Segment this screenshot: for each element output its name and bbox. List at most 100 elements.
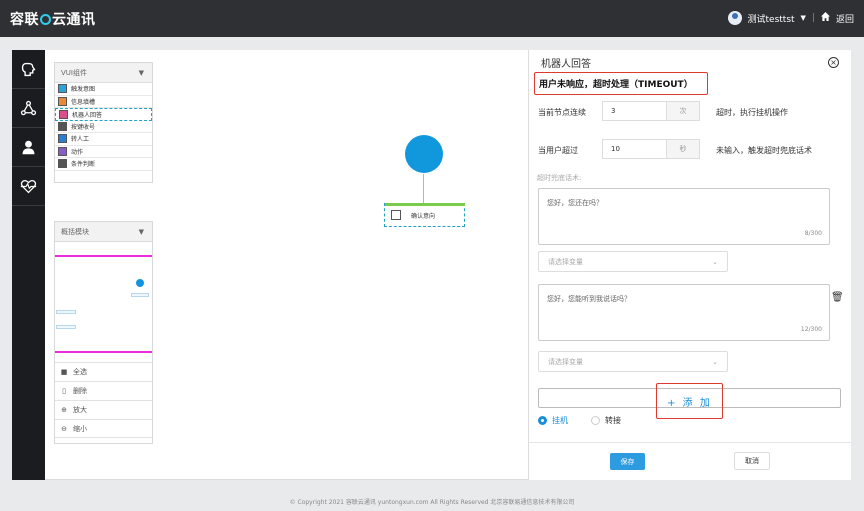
- back-link[interactable]: 返回: [836, 12, 854, 25]
- hangup-rule-text: 超时，执行挂机操作: [716, 108, 788, 117]
- rail-item-network[interactable]: [12, 89, 45, 128]
- palette-item-robot-answer[interactable]: 机器人回答: [55, 108, 152, 121]
- unit-seconds: 秒: [666, 140, 699, 158]
- minimap[interactable]: [55, 255, 152, 353]
- rail-item-user[interactable]: [12, 128, 45, 167]
- palette-item-transfer-agent[interactable]: 转人工: [55, 133, 152, 146]
- radio-hangup-label: 挂机: [552, 416, 568, 425]
- rail-item-brain[interactable]: [12, 50, 45, 89]
- left-icon-rail: [12, 50, 45, 480]
- zoom-in-button[interactable]: ⊕ 放大: [55, 400, 152, 419]
- variable-select-placeholder: 请选择变量: [548, 257, 583, 266]
- trash-icon[interactable]: 🗑: [831, 292, 844, 303]
- copyright-text: © Copyright 2021 容联云通讯 yuntongxun.com Al…: [289, 499, 575, 506]
- save-button[interactable]: 保存: [610, 453, 645, 470]
- minimap-node: [131, 293, 149, 297]
- minimap-node: [56, 325, 76, 329]
- timeout-seconds-input[interactable]: 10 秒: [602, 139, 700, 159]
- char-counter: 8/300: [804, 230, 822, 237]
- variable-select-placeholder: 请选择变量: [548, 357, 583, 366]
- close-icon[interactable]: ×: [828, 57, 839, 68]
- palette-item-label: 机器人回答: [72, 111, 103, 119]
- fallback-script-label: 超时兜底话术:: [537, 174, 582, 182]
- slot-icon: [58, 96, 67, 106]
- chevron-down-icon: ⌄: [712, 257, 718, 266]
- action-icon: [58, 146, 67, 156]
- radio-hangup[interactable]: 挂机: [538, 415, 568, 426]
- palette-item-condition[interactable]: 条件判断: [55, 158, 152, 171]
- top-bar: 容联 云通讯 测试testtst ▼ | 返回: [0, 0, 864, 37]
- chevron-down-icon: ▼: [138, 68, 144, 77]
- chevron-down-icon[interactable]: ▼: [801, 14, 806, 22]
- trash-icon: ■: [60, 368, 68, 376]
- avatar[interactable]: [727, 11, 742, 25]
- select-all-label: 全选: [73, 368, 87, 376]
- flow-edge: [423, 174, 424, 204]
- robot-answer-dialog: 机器人回答 × 用户未响应，超时处理（TIMEOUT） 当前节点连续 3 次 超…: [528, 50, 851, 480]
- minimap-start-node: [136, 279, 144, 287]
- brain-icon: [21, 62, 36, 76]
- trash-outline-icon: ▯: [62, 387, 66, 395]
- radio-transfer-label: 转接: [605, 416, 621, 425]
- consecutive-label: 当前节点连续: [538, 108, 586, 117]
- zoom-in-label: 放大: [73, 406, 87, 414]
- timeout-count-input[interactable]: 3 次: [602, 101, 700, 121]
- palette-header[interactable]: VUI组件 ▼: [55, 63, 152, 83]
- variable-select-1[interactable]: 请选择变量 ⌄: [538, 251, 728, 272]
- radio-transfer[interactable]: 转接: [591, 415, 621, 426]
- cancel-button[interactable]: 取消: [734, 452, 770, 470]
- intent-icon: [58, 84, 67, 94]
- zoom-out-button[interactable]: ⊖ 缩小: [55, 419, 152, 438]
- user-icon: [22, 140, 35, 154]
- add-script-button[interactable]: + 添 加: [656, 383, 723, 419]
- keypad-icon: [58, 121, 67, 131]
- start-node[interactable]: [405, 135, 443, 173]
- fallback-script-input-1[interactable]: 您好，您还在吗？ 8/300: [538, 188, 830, 245]
- dialog-title: 机器人回答: [541, 59, 591, 70]
- network-icon: [20, 100, 37, 115]
- dialog-divider: [529, 442, 851, 443]
- component-palette: VUI组件 ▼ 触发意图 信息填槽 机器人回答 按键收号 转人工 动作 条件判断: [54, 62, 153, 183]
- exceeds-label: 当用户超过: [538, 146, 578, 155]
- delete-label: 删除: [73, 387, 87, 395]
- brand-ring-icon: [40, 14, 51, 25]
- palette-spacer: [55, 171, 152, 182]
- minimap-node: [56, 310, 76, 314]
- outline-header[interactable]: 概括模块 ▼: [55, 222, 152, 242]
- palette-item-label: 信息填槽: [71, 98, 96, 106]
- palette-item-key-collect[interactable]: 按键收号: [55, 121, 152, 133]
- flow-node-confirm-intent[interactable]: 确认意向: [384, 203, 465, 227]
- outline-title: 概括模块: [61, 227, 89, 236]
- fallback-rule-text: 未输入，触发超时兜底话术: [716, 146, 812, 155]
- palette-item-label: 按键收号: [71, 123, 96, 131]
- robot-answer-icon: [391, 210, 401, 220]
- palette-item-label: 转人工: [71, 136, 90, 144]
- brand-logo: 容联 云通讯: [10, 9, 96, 29]
- username[interactable]: 测试testtst: [748, 12, 795, 25]
- robot-answer-icon: [59, 109, 68, 119]
- unit-times: 次: [666, 102, 699, 120]
- select-all-button[interactable]: ■ 全选: [55, 362, 152, 381]
- palette-item-slot-fill[interactable]: 信息填槽: [55, 96, 152, 108]
- variable-select-2[interactable]: 请选择变量 ⌄: [538, 351, 728, 372]
- home-icon[interactable]: [820, 12, 830, 24]
- heart-pulse-icon: [20, 179, 37, 193]
- brand-text-1: 容联: [10, 12, 39, 28]
- palette-item-trigger-intent[interactable]: 触发意图: [55, 83, 152, 96]
- user-menu: 测试testtst ▼ | 返回: [727, 11, 854, 25]
- palette-item-action[interactable]: 动作: [55, 146, 152, 158]
- fallback-script-input-2[interactable]: 您好，您能听到我说话吗？ 12/300: [538, 284, 830, 341]
- char-counter: 12/300: [800, 326, 822, 333]
- timeout-seconds-value: 10: [611, 145, 620, 153]
- condition-icon: [58, 159, 67, 169]
- palette-title: VUI组件: [61, 68, 87, 77]
- palette-item-label: 触发意图: [71, 86, 96, 94]
- rail-item-health[interactable]: [12, 167, 45, 206]
- chevron-down-icon: ▼: [138, 227, 144, 236]
- flow-canvas[interactable]: VUI组件 ▼ 触发意图 信息填槽 机器人回答 按键收号 转人工 动作 条件判断…: [45, 50, 528, 480]
- radio-dot: [591, 416, 600, 425]
- zoom-out-icon: ⊖: [61, 424, 67, 433]
- delete-button[interactable]: ▯ 删除: [55, 381, 152, 400]
- radio-dot: [538, 416, 547, 425]
- fallback-script-text-1: 您好，您还在吗？: [547, 199, 603, 207]
